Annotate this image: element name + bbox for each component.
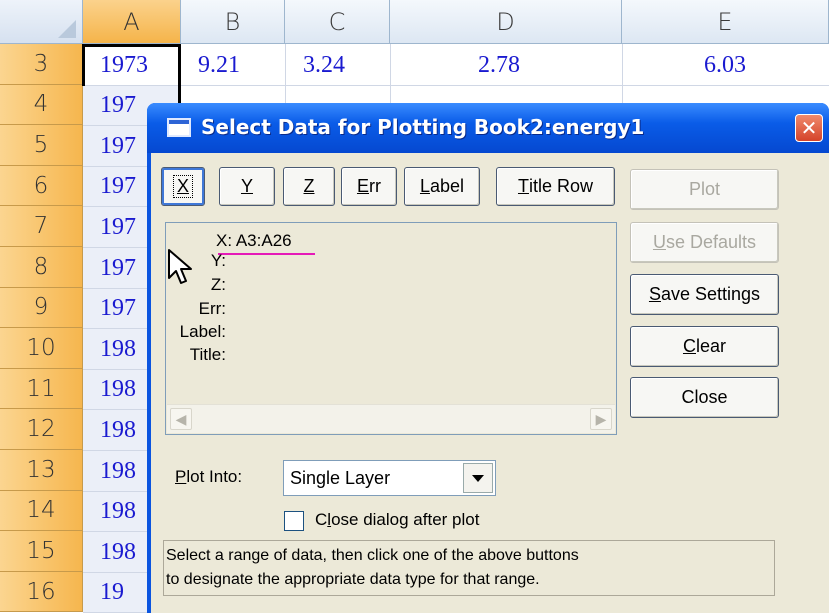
x-assignment: X: A3:A26 <box>216 231 292 250</box>
info-line-1: Select a range of data, then click one o… <box>166 547 579 564</box>
row-header[interactable]: 5 <box>0 125 83 166</box>
err-button-label: rr <box>369 176 381 196</box>
clear-key: C <box>682 336 696 356</box>
row-header[interactable]: 11 <box>0 368 83 410</box>
x-button-label: X <box>172 175 194 198</box>
row-header[interactable]: 7 <box>0 206 83 247</box>
label-button[interactable]: Label <box>404 167 480 206</box>
save-settings-button[interactable]: Save Settings <box>630 274 779 315</box>
row-header[interactable]: 3 <box>0 44 83 85</box>
cell-a-partial[interactable]: 197 <box>100 126 136 166</box>
save-settings-label: ave Settings <box>660 284 761 304</box>
title-assignment-label: Title: <box>189 345 226 364</box>
close-window-icon[interactable]: ✕ <box>795 114 823 142</box>
select-all-corner[interactable] <box>0 0 83 44</box>
horizontal-scrollbar[interactable]: ◀ ▶ <box>167 404 615 433</box>
chevron-down-icon[interactable] <box>463 463 493 493</box>
select-data-dialog: Select Data for Plotting Book2:energy1 ✕… <box>147 103 829 613</box>
cell-a-partial[interactable]: 198 <box>100 451 136 491</box>
label-button-key: L <box>419 176 430 196</box>
z-button-label: Z <box>303 176 315 196</box>
cell-a-partial[interactable]: 198 <box>100 329 136 369</box>
dialog-body: X Y Z Err Label Title Row Plot Use Defau… <box>151 153 829 613</box>
use-defaults-button[interactable]: Use Defaults <box>630 222 779 263</box>
row-header[interactable]: 13 <box>0 450 83 491</box>
clear-button[interactable]: Clear <box>630 326 779 367</box>
dialog-titlebar[interactable]: Select Data for Plotting Book2:energy1 ✕ <box>147 103 829 153</box>
row-header[interactable]: 8 <box>0 247 83 288</box>
y-button-label: Y <box>240 176 253 196</box>
cell-a-partial[interactable]: 198 <box>100 492 136 532</box>
plot-into-select[interactable]: Single Layer <box>283 460 496 496</box>
row-header[interactable]: 10 <box>0 328 83 369</box>
row-header[interactable]: 12 <box>0 409 83 450</box>
cell-c3[interactable]: 3.24 <box>303 45 345 85</box>
x-button[interactable]: X <box>161 167 205 206</box>
title-row-button-key: T <box>517 176 529 196</box>
info-line-2: to designate the appropriate data type f… <box>166 571 540 588</box>
use-defaults-key: U <box>652 232 666 252</box>
close-after-plot-checkbox[interactable] <box>284 511 304 531</box>
scroll-left-icon[interactable]: ◀ <box>170 408 192 430</box>
row-header[interactable]: 16 <box>0 571 83 613</box>
title-row-button-label: itle Row <box>528 176 594 196</box>
save-settings-key: S <box>648 284 661 304</box>
label-assignment-label: Label: <box>179 322 226 341</box>
plot-button[interactable]: Plot <box>630 169 779 210</box>
cell-a-partial[interactable]: 197 <box>100 86 136 126</box>
plot-into-label: Plot Into: <box>175 467 242 487</box>
window-icon <box>167 118 191 137</box>
column-header-c[interactable]: C <box>285 0 390 44</box>
plot-button-label: Plot <box>688 179 721 199</box>
column-header-e[interactable]: E <box>622 0 829 44</box>
column-header-b[interactable]: B <box>181 0 285 44</box>
plot-into-value: Single Layer <box>290 468 391 488</box>
use-defaults-label: se Defaults <box>665 232 757 252</box>
title-row-button[interactable]: Title Row <box>496 167 615 206</box>
dialog-title: Select Data for Plotting Book2:energy1 <box>201 115 645 139</box>
close-after-plot-label[interactable]: Close dialog after plot <box>315 510 479 530</box>
row-header[interactable]: 4 <box>0 84 83 126</box>
row-header[interactable]: 14 <box>0 490 83 532</box>
y-button[interactable]: Y <box>219 167 275 206</box>
cell-a-partial[interactable]: 197 <box>100 167 136 207</box>
cell-a-partial[interactable]: 19 <box>100 573 124 613</box>
err-button[interactable]: Err <box>341 167 397 206</box>
label-button-label: abel <box>429 176 465 196</box>
close-after-plot-text: ose dialog after plot <box>331 510 480 529</box>
z-button[interactable]: Z <box>283 167 335 206</box>
err-button-key: E <box>356 176 369 196</box>
assignment-list[interactable]: X: A3:A26 Y: Z: Err: Label: Title: ◀ ▶ <box>165 222 617 435</box>
cell-a-partial[interactable]: 197 <box>100 248 136 288</box>
x-assignment-underline <box>218 253 315 255</box>
err-assignment-label: Err: <box>198 299 226 318</box>
clear-label: lear <box>695 336 726 356</box>
row-header[interactable]: 6 <box>0 165 83 207</box>
close-button-label: Close <box>681 387 728 407</box>
column-header-a[interactable]: A <box>83 0 181 44</box>
cell-a-partial[interactable]: 197 <box>100 207 136 247</box>
close-button[interactable]: Close <box>630 377 779 418</box>
row-header[interactable]: 15 <box>0 531 83 572</box>
scroll-right-icon[interactable]: ▶ <box>590 408 612 430</box>
cell-a-partial[interactable]: 198 <box>100 370 136 410</box>
plot-into-key: P <box>175 467 187 486</box>
active-cell-border <box>82 44 181 86</box>
cell-a-partial[interactable]: 197 <box>100 289 136 329</box>
cell-e3[interactable]: 6.03 <box>704 45 746 85</box>
cell-a-partial[interactable]: 198 <box>100 410 136 450</box>
mouse-pointer-icon <box>168 249 192 284</box>
column-header-d[interactable]: D <box>390 0 622 44</box>
cell-b3[interactable]: 9.21 <box>198 45 240 85</box>
cell-d3[interactable]: 2.78 <box>478 45 520 85</box>
close-after-plot-pre: C <box>315 510 328 529</box>
row-header[interactable]: 9 <box>0 287 83 329</box>
info-message: Select a range of data, then click one o… <box>163 540 775 596</box>
plot-into-text: lot Into: <box>186 467 243 486</box>
cell-a-partial[interactable]: 198 <box>100 532 136 572</box>
